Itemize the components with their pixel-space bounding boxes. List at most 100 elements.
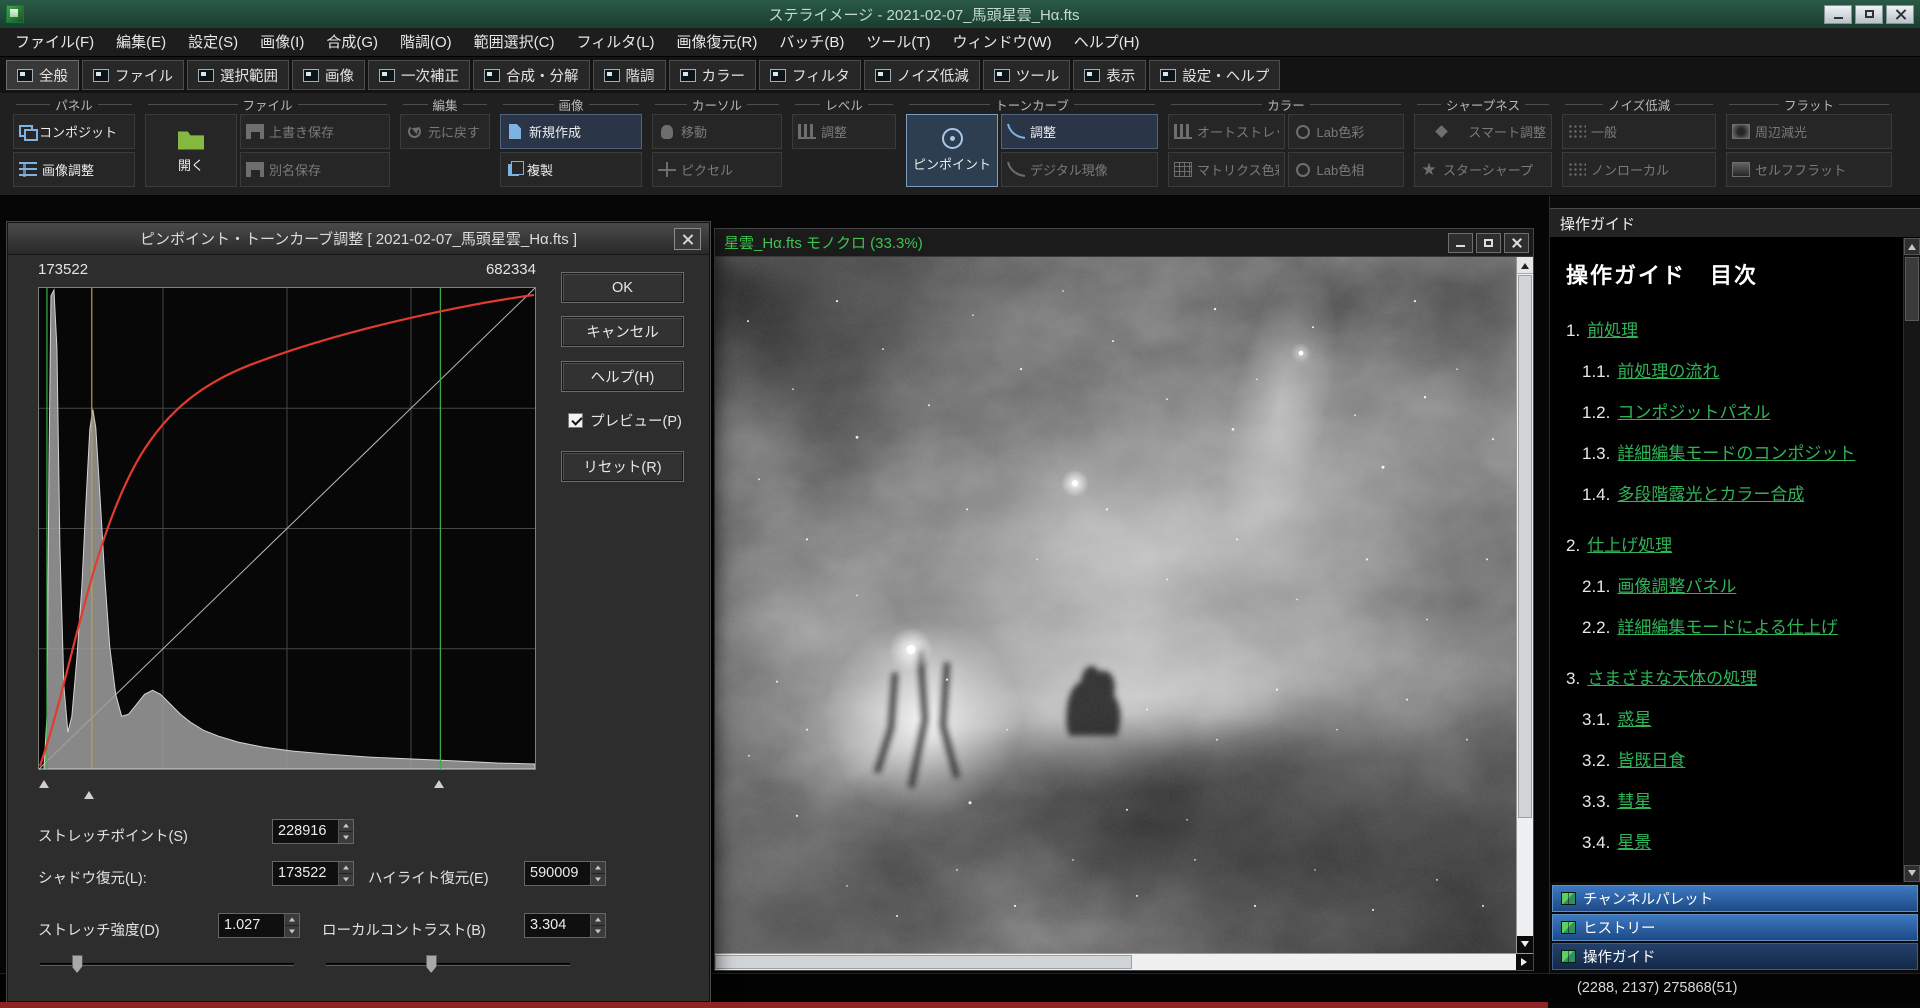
slider-thumb[interactable] xyxy=(72,955,83,973)
image-minimize-button[interactable] xyxy=(1448,233,1473,253)
self-flat-button[interactable]: セルフフラット xyxy=(1726,152,1892,187)
toc-link-finishing[interactable]: 仕上げ処理 xyxy=(1587,531,1672,556)
horizontal-scrollbar[interactable] xyxy=(715,954,1516,970)
tab-image[interactable]: 画像 xyxy=(292,60,365,90)
pan-corner-button[interactable] xyxy=(1516,954,1533,970)
matrix-color-button[interactable]: マトリクス色彩 xyxy=(1168,152,1285,187)
lab-hue-button[interactable]: Lab色相 xyxy=(1288,152,1405,187)
slider-track[interactable] xyxy=(326,963,570,966)
menu-restoration[interactable]: 画像復元(R) xyxy=(666,28,769,57)
scroll-down-button[interactable] xyxy=(1517,936,1533,953)
smart-sharpen-button[interactable]: スマート調整 xyxy=(1414,114,1552,149)
guide-scroll-thumb[interactable] xyxy=(1905,257,1919,321)
shadow-restore-input[interactable]: 173522 xyxy=(272,861,354,886)
new-image-button[interactable]: 新規作成 xyxy=(500,114,642,149)
menu-gradation[interactable]: 階調(O) xyxy=(389,28,463,57)
spin-up-button[interactable] xyxy=(591,862,605,874)
move-cursor-button[interactable]: 移動 xyxy=(652,114,782,149)
menu-edit[interactable]: 編集(E) xyxy=(105,28,177,57)
save-overwrite-button[interactable]: 上書き保存 xyxy=(240,114,390,149)
toc-link-planets[interactable]: 惑星 xyxy=(1617,705,1651,730)
help-button[interactable]: ヘルプ(H) xyxy=(562,362,683,391)
stretch-strength-input[interactable]: 1.027 xyxy=(218,913,300,938)
tab-composite-decompose[interactable]: 合成・分解 xyxy=(473,60,590,90)
menu-window[interactable]: ウィンドウ(W) xyxy=(942,28,1063,57)
image-adjust-panel-button[interactable]: 画像調整 xyxy=(13,152,135,187)
lab-color-button[interactable]: Lab色彩 xyxy=(1288,114,1405,149)
local-contrast-slider[interactable] xyxy=(324,954,572,974)
open-button[interactable]: 開く xyxy=(145,114,237,187)
tab-settings-help[interactable]: 設定・ヘルプ xyxy=(1149,60,1280,90)
dialog-close-button[interactable] xyxy=(674,228,701,250)
undo-button[interactable]: 元に戻す xyxy=(400,114,490,149)
shadow-marker[interactable] xyxy=(39,775,49,788)
horizontal-scroll-thumb[interactable] xyxy=(715,955,1132,969)
guide-scroll-down-button[interactable] xyxy=(1904,865,1920,882)
spin-down-button[interactable] xyxy=(339,874,353,885)
ok-button[interactable]: OK xyxy=(562,273,683,302)
minimize-button[interactable] xyxy=(1824,5,1852,24)
spin-down-button[interactable] xyxy=(591,874,605,885)
history-bar[interactable]: ヒストリー xyxy=(1552,914,1918,941)
maximize-button[interactable] xyxy=(1855,5,1883,24)
image-window-title-bar[interactable]: 星雲_Hα.fts モノクロ (33.3%) xyxy=(715,229,1533,257)
pixel-cursor-button[interactable]: ピクセル xyxy=(652,152,782,187)
tab-filter[interactable]: フィルタ xyxy=(759,60,861,90)
tab-primary-correction[interactable]: 一次補正 xyxy=(368,60,470,90)
menu-tools[interactable]: ツール(T) xyxy=(855,28,941,57)
spin-up-button[interactable] xyxy=(591,914,605,926)
tone-curve-histogram[interactable] xyxy=(38,287,536,770)
pinpoint-tonecurve-button[interactable]: ピンポイント xyxy=(906,114,998,187)
image-close-button[interactable] xyxy=(1504,233,1529,253)
noise-general-button[interactable]: 一般 xyxy=(1562,114,1716,149)
save-as-button[interactable]: 別名保存 xyxy=(240,152,390,187)
toc-link-composite-panel[interactable]: コンポジットパネル xyxy=(1617,398,1770,423)
preview-checkbox[interactable] xyxy=(568,413,583,428)
toc-link-eclipse[interactable]: 皆既日食 xyxy=(1617,746,1685,771)
spin-down-button[interactable] xyxy=(591,926,605,937)
toc-link-preprocessing[interactable]: 前処理 xyxy=(1587,316,1638,341)
guide-scroll-up-button[interactable] xyxy=(1904,238,1920,255)
duplicate-button[interactable]: 複製 xyxy=(500,152,642,187)
tab-noise-reduction[interactable]: ノイズ低減 xyxy=(864,60,980,90)
dialog-title-bar[interactable]: ピンポイント・トーンカーブ調整 [ 2021-02-07_馬頭星雲_Hα.fts… xyxy=(8,223,709,255)
spin-up-button[interactable] xyxy=(339,820,353,832)
menu-filter[interactable]: フィルタ(L) xyxy=(566,28,666,57)
slider-thumb[interactable] xyxy=(426,955,437,973)
level-adjust-button[interactable]: 調整 xyxy=(792,114,896,149)
tab-tools[interactable]: ツール xyxy=(983,60,1071,90)
vertical-scrollbar[interactable] xyxy=(1516,257,1533,953)
guide-panel-header[interactable]: 操作ガイド xyxy=(1550,208,1920,238)
toc-link-preprocessing-flow[interactable]: 前処理の流れ xyxy=(1617,357,1719,382)
tonecurve-adjust-button[interactable]: 調整 xyxy=(1001,114,1158,149)
spin-up-button[interactable] xyxy=(285,914,299,926)
menu-settings[interactable]: 設定(S) xyxy=(177,28,249,57)
reset-button[interactable]: リセット(R) xyxy=(562,452,683,481)
scroll-up-button[interactable] xyxy=(1517,257,1533,274)
vignetting-button[interactable]: 周辺減光 xyxy=(1726,114,1892,149)
tab-selection[interactable]: 選択範囲 xyxy=(187,60,289,90)
composite-panel-button[interactable]: コンポジット xyxy=(13,114,135,149)
stretch-point-input[interactable]: 228916 xyxy=(272,819,354,844)
menu-image[interactable]: 画像(I) xyxy=(249,28,315,57)
menu-batch[interactable]: バッチ(B) xyxy=(768,28,855,57)
tab-general[interactable]: 全般 xyxy=(6,60,79,90)
guide-scrollbar[interactable] xyxy=(1903,238,1920,882)
tab-file[interactable]: ファイル xyxy=(82,60,184,90)
close-button[interactable] xyxy=(1886,5,1914,24)
tab-color[interactable]: カラー xyxy=(669,60,757,90)
tab-gradation[interactable]: 階調 xyxy=(593,60,666,90)
image-maximize-button[interactable] xyxy=(1476,233,1501,253)
toc-link-detail-finishing[interactable]: 詳細編集モードによる仕上げ xyxy=(1617,613,1838,638)
stretch-strength-slider[interactable] xyxy=(38,954,296,974)
digital-development-button[interactable]: デジタル現像 xyxy=(1001,152,1158,187)
image-canvas[interactable] xyxy=(715,257,1516,953)
toc-link-comets[interactable]: 彗星 xyxy=(1617,787,1651,812)
noise-nonlocal-button[interactable]: ノンローカル xyxy=(1562,152,1716,187)
highlight-marker[interactable] xyxy=(434,775,444,788)
operation-guide-bar[interactable]: 操作ガイド xyxy=(1552,943,1918,970)
tab-view[interactable]: 表示 xyxy=(1073,60,1146,90)
cancel-button[interactable]: キャンセル xyxy=(562,317,683,346)
toc-link-image-adjust-panel[interactable]: 画像調整パネル xyxy=(1617,572,1736,597)
star-sharp-button[interactable]: スターシャープ xyxy=(1414,152,1552,187)
